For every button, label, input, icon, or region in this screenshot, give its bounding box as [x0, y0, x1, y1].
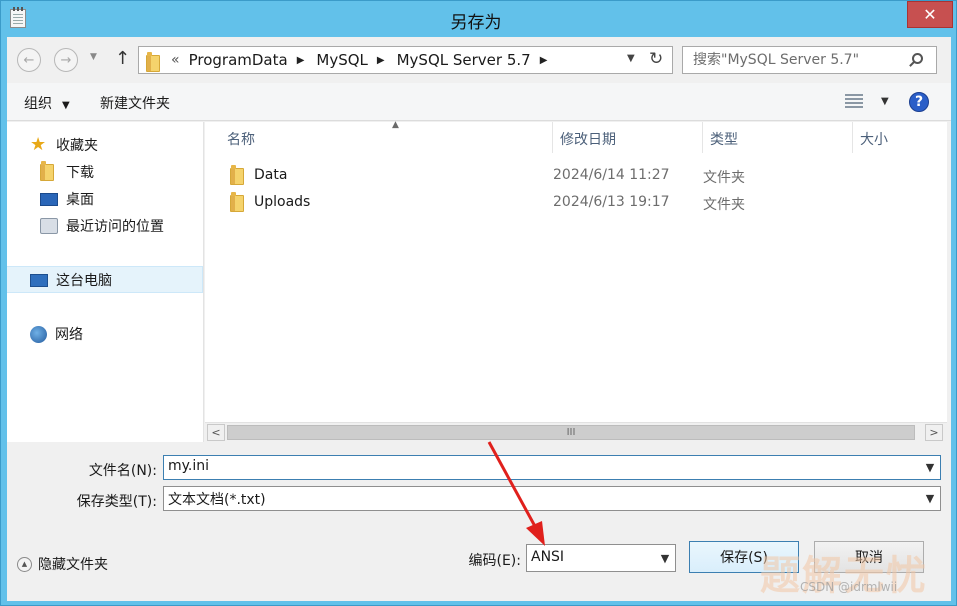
address-bar[interactable]: « ProgramData ▶ MySQL ▶ MySQL Server 5.7…: [138, 46, 673, 74]
filetype-select[interactable]: 文本文档(*.txt) ▼: [163, 486, 941, 511]
chevron-right-icon[interactable]: ▶: [297, 55, 305, 66]
title-bar[interactable]: 另存为 ✕: [1, 1, 956, 37]
filetype-value: 文本文档(*.txt): [168, 492, 266, 508]
sidebar-item-this-pc[interactable]: 这台电脑: [30, 270, 112, 290]
chevron-down-icon: ▼: [62, 100, 70, 111]
forward-button[interactable]: →: [54, 48, 78, 72]
save-as-dialog: 另存为 ✕ ← → ▼ ↑ « ProgramData ▶ MySQL ▶ My…: [0, 0, 957, 606]
column-header-size[interactable]: 大小: [853, 122, 947, 153]
sidebar-item-favorites[interactable]: ★ 收藏夹: [30, 135, 98, 155]
scroll-left-button[interactable]: <: [207, 424, 225, 441]
breadcrumb-overflow[interactable]: «: [171, 52, 180, 68]
sort-ascending-icon: ▲: [392, 120, 399, 130]
chevron-up-icon: ▲: [17, 556, 32, 572]
filetype-label: 保存类型(T):: [76, 494, 157, 510]
hide-folders-label: 隐藏文件夹: [38, 557, 108, 573]
folder-icon: [230, 192, 244, 212]
sidebar-item-desktop[interactable]: 桌面: [40, 189, 94, 209]
sidebar-item-label: 网络: [55, 327, 83, 343]
breadcrumb: « ProgramData ▶ MySQL ▶ MySQL Server 5.7…: [171, 51, 559, 69]
column-header-name[interactable]: 名称 ▲: [220, 120, 553, 153]
scroll-right-button[interactable]: >: [925, 424, 943, 441]
column-label: 名称: [227, 132, 255, 148]
file-name: Data: [254, 167, 288, 183]
recent-places-icon: [40, 218, 58, 234]
file-list: 名称 ▲ 修改日期 类型 大小 Data 2024/6/14 11:27 文件夹…: [205, 120, 947, 442]
window-title: 另存为: [450, 13, 502, 33]
address-dropdown-icon[interactable]: ▼: [627, 53, 635, 64]
sidebar-item-label: 最近访问的位置: [66, 219, 164, 235]
breadcrumb-mysql[interactable]: MySQL: [316, 51, 368, 69]
navigation-bar: ← → ▼ ↑ « ProgramData ▶ MySQL ▶ MySQL Se…: [7, 37, 951, 83]
sidebar-item-recent[interactable]: 最近访问的位置: [40, 216, 164, 236]
star-icon: ★: [30, 134, 47, 155]
help-icon[interactable]: ?: [909, 92, 929, 112]
cancel-button[interactable]: 取消: [814, 541, 924, 573]
file-type: 文件夹: [703, 197, 745, 213]
breadcrumb-mysql-server[interactable]: MySQL Server 5.7: [397, 51, 531, 69]
back-button[interactable]: ←: [17, 48, 41, 72]
folder-icon: [230, 165, 244, 185]
recent-locations-dropdown[interactable]: ▼: [90, 52, 97, 62]
sidebar-item-network[interactable]: 网络: [30, 324, 83, 344]
sidebar-item-label: 桌面: [66, 192, 94, 208]
filename-field[interactable]: my.ini: [168, 458, 209, 474]
encoding-value: ANSI: [531, 549, 565, 565]
horizontal-scrollbar[interactable]: < III >: [205, 422, 947, 442]
computer-icon: [30, 273, 48, 287]
view-details-icon[interactable]: [845, 94, 863, 109]
search-box[interactable]: [682, 46, 937, 74]
chevron-right-icon[interactable]: ▶: [540, 55, 548, 66]
filename-combobox[interactable]: my.ini ▼: [163, 455, 941, 480]
desktop-icon: [40, 192, 58, 206]
organize-menu[interactable]: 组织 ▼: [24, 93, 70, 113]
file-row-data[interactable]: Data 2024/6/14 11:27 文件夹: [205, 163, 947, 189]
sidebar-item-downloads[interactable]: 下载: [40, 161, 94, 182]
chevron-down-icon[interactable]: ▼: [920, 487, 940, 510]
hide-folders-toggle[interactable]: ▲ 隐藏文件夹: [17, 554, 108, 574]
chevron-right-icon[interactable]: ▶: [377, 55, 385, 66]
file-date: 2024/6/13 19:17: [553, 194, 670, 210]
view-dropdown-icon[interactable]: ▼: [881, 96, 889, 107]
search-input[interactable]: [684, 48, 899, 72]
file-type: 文件夹: [703, 170, 745, 186]
file-name: Uploads: [254, 194, 311, 210]
column-header-date[interactable]: 修改日期: [553, 122, 703, 153]
close-button[interactable]: ✕: [907, 1, 953, 28]
filename-label: 文件名(N):: [88, 463, 157, 479]
column-header-type[interactable]: 类型: [703, 122, 853, 153]
scroll-thumb[interactable]: III: [227, 425, 915, 440]
breadcrumb-programdata[interactable]: ProgramData: [189, 51, 288, 69]
downloads-folder-icon: [40, 161, 58, 181]
encoding-label: 编码(E):: [468, 553, 522, 569]
command-bar: 组织 ▼ 新建文件夹 ▼ ?: [7, 83, 951, 121]
dialog-client: ← → ▼ ↑ « ProgramData ▶ MySQL ▶ MySQL Se…: [7, 37, 951, 601]
refresh-icon[interactable]: ↻: [649, 49, 663, 69]
up-button[interactable]: ↑: [115, 48, 130, 69]
organize-label: 组织: [24, 96, 52, 112]
file-row-uploads[interactable]: Uploads 2024/6/13 19:17 文件夹: [205, 190, 947, 216]
network-icon: [30, 325, 47, 343]
file-date: 2024/6/14 11:27: [553, 167, 670, 183]
chevron-down-icon[interactable]: ▼: [920, 456, 940, 479]
sidebar-item-label: 这台电脑: [56, 273, 112, 289]
save-button[interactable]: 保存(S): [689, 541, 799, 573]
folder-icon: [146, 52, 160, 72]
sidebar-item-label: 下载: [66, 165, 94, 181]
search-icon[interactable]: [912, 53, 923, 64]
new-folder-button[interactable]: 新建文件夹: [100, 93, 170, 113]
chevron-down-icon[interactable]: ▼: [655, 545, 675, 571]
navigation-pane: ★ 收藏夹 下载 桌面 最近访问的位置 这台电脑 网络: [7, 122, 204, 442]
sidebar-item-label: 收藏夹: [56, 138, 98, 154]
encoding-select[interactable]: ANSI ▼: [526, 544, 676, 572]
